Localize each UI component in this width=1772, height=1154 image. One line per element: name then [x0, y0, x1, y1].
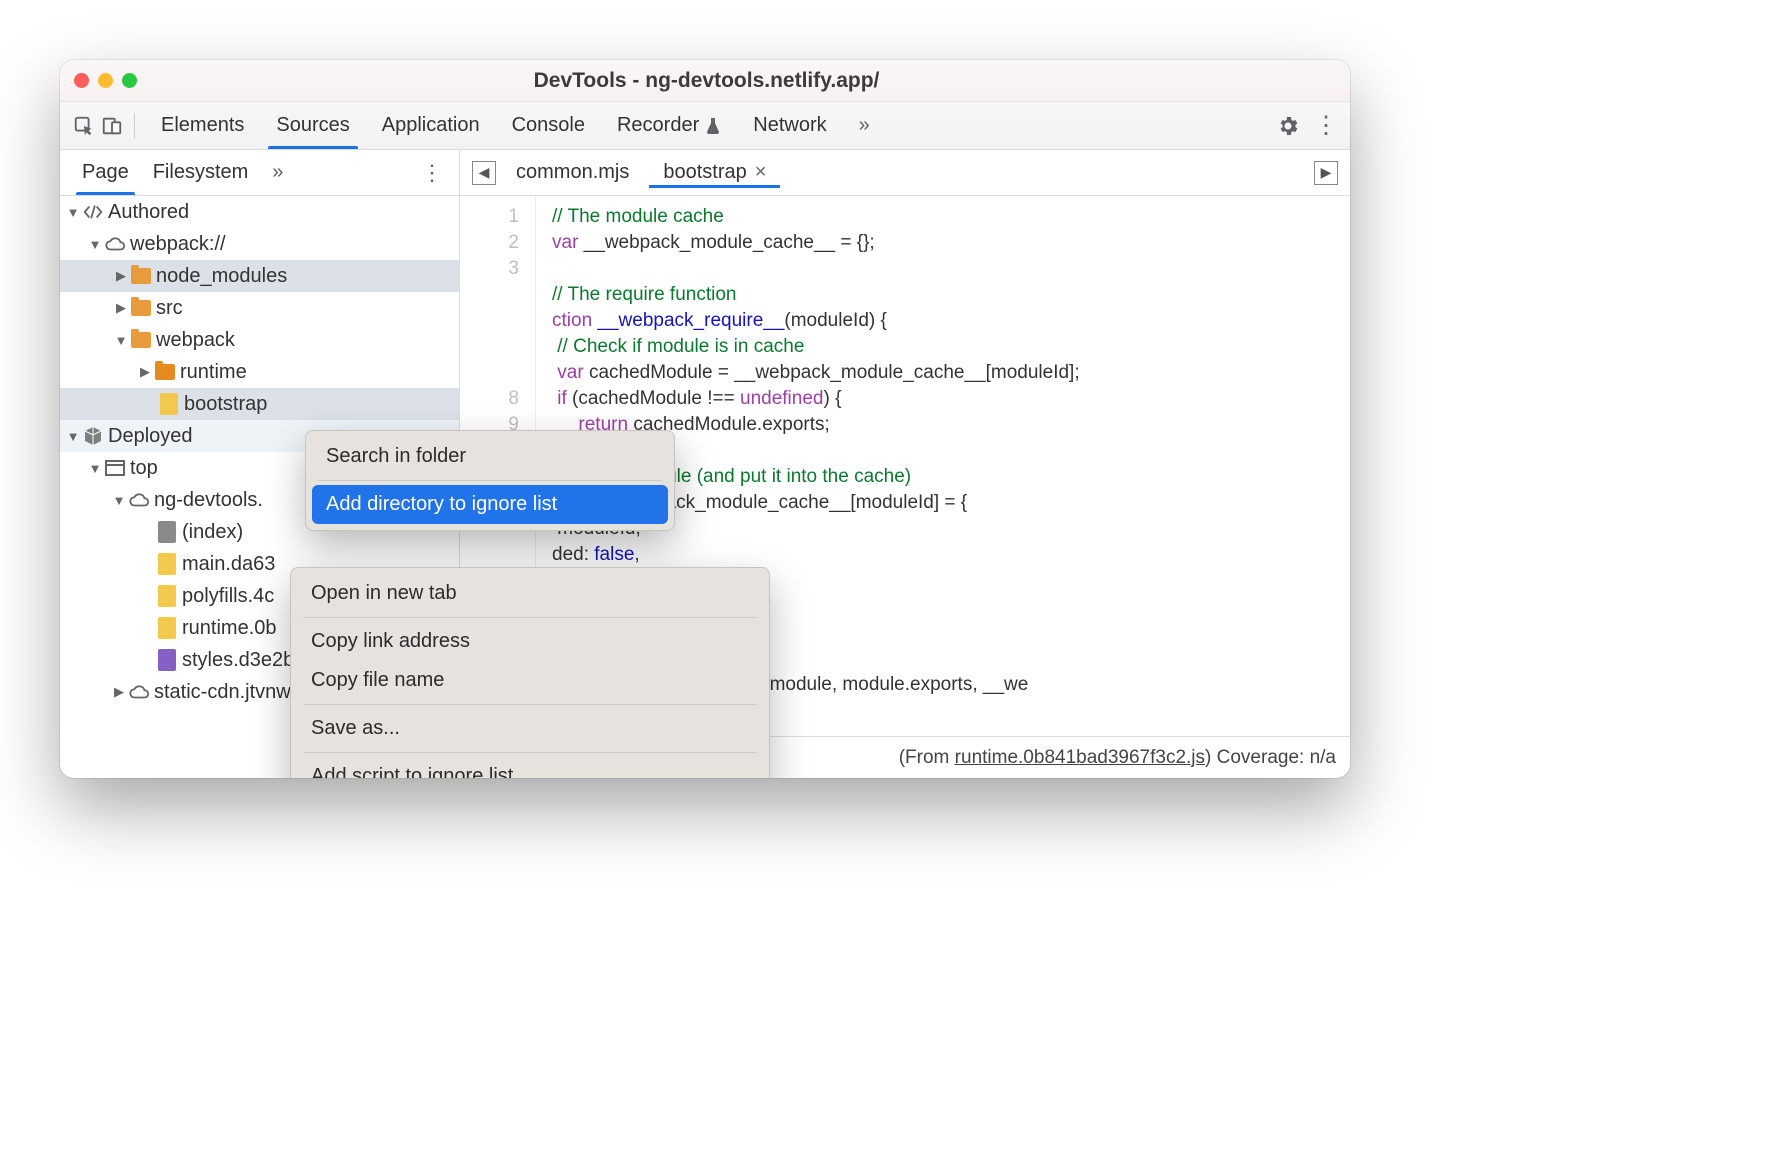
tab-sources[interactable]: Sources — [260, 102, 365, 149]
tab-elements[interactable]: Elements — [145, 102, 260, 149]
cloud-icon — [128, 489, 150, 511]
chevron-down-icon: ▼ — [66, 205, 80, 220]
page-file-icon — [156, 521, 178, 543]
menu-copy-file-name[interactable]: Copy file name — [297, 661, 763, 700]
frame-icon — [104, 457, 126, 479]
source-origin-link[interactable]: runtime.0b841bad3967f3c2.js — [955, 747, 1205, 768]
tree-label: runtime — [180, 361, 247, 384]
folder-context-menu: Search in folder Add directory to ignore… — [305, 430, 675, 531]
menu-add-script-ignore[interactable]: Add script to ignore list — [297, 757, 763, 778]
inspect-icon[interactable] — [72, 114, 96, 138]
nav-tab-filesystem[interactable]: Filesystem — [141, 150, 261, 195]
file-nav-next-icon[interactable]: ▶ — [1314, 161, 1338, 185]
file-context-menu: Open in new tab Copy link address Copy f… — [290, 567, 770, 778]
tabs-overflow[interactable]: » — [843, 102, 886, 149]
menu-copy-link[interactable]: Copy link address — [297, 622, 763, 661]
tree-webpack-scheme[interactable]: ▼ webpack:// — [60, 228, 459, 260]
tree-label: bootstrap — [184, 393, 267, 416]
tree-label: Deployed — [108, 425, 193, 448]
editor-tabs: ◀ common.mjs bootstrap × ▶ — [460, 150, 1350, 196]
tab-recorder[interactable]: Recorder — [601, 102, 737, 149]
menu-divider — [318, 480, 662, 481]
tree-src[interactable]: ▶ src — [60, 292, 459, 324]
source-origin: (From runtime.0b841bad3967f3c2.js) Cover… — [899, 747, 1336, 769]
close-tab-icon[interactable]: × — [755, 161, 767, 184]
menu-divider — [303, 752, 757, 753]
chevron-down-icon: ▼ — [66, 429, 80, 444]
tree-label: node_modules — [156, 265, 287, 288]
panel-tabs: Elements Sources Application Console Rec… — [145, 102, 1272, 149]
folder-icon — [130, 329, 152, 351]
nav-tabs-overflow[interactable]: » — [260, 150, 295, 195]
cloud-icon — [128, 681, 150, 703]
chevron-right-icon: ▶ — [114, 300, 128, 316]
menu-divider — [303, 617, 757, 618]
editor-tab-common[interactable]: common.mjs — [502, 157, 643, 188]
js-file-icon — [158, 393, 180, 415]
tree-label: main.da63 — [182, 553, 275, 576]
menu-add-directory-ignore[interactable]: Add directory to ignore list — [312, 485, 668, 524]
window-title: DevTools - ng-devtools.netlify.app/ — [77, 69, 1336, 93]
kebab-menu-icon[interactable]: ⋮ — [1314, 111, 1338, 140]
chevron-right-icon: ▶ — [114, 268, 128, 284]
chevron-right-icon: ▶ — [138, 364, 152, 380]
tree-authored[interactable]: ▼ Authored — [60, 196, 459, 228]
navigator-tabs: Page Filesystem » ⋮ — [60, 150, 459, 196]
js-file-icon — [156, 617, 178, 639]
tree-node-modules[interactable]: ▶ node_modules — [60, 260, 459, 292]
tab-console[interactable]: Console — [496, 102, 601, 149]
menu-divider — [303, 704, 757, 705]
tree-label: webpack:// — [130, 233, 226, 256]
tree-label: (index) — [182, 521, 243, 544]
folder-icon — [130, 297, 152, 319]
tree-label: top — [130, 457, 158, 480]
chevron-down-icon: ▼ — [114, 333, 128, 348]
tree-label: polyfills.4c — [182, 585, 274, 608]
flask-icon — [705, 117, 721, 135]
chevron-down-icon: ▼ — [112, 493, 126, 508]
folder-icon — [154, 361, 176, 383]
js-file-icon — [156, 585, 178, 607]
nav-tab-page[interactable]: Page — [70, 150, 141, 195]
divider — [134, 113, 135, 139]
tab-network[interactable]: Network — [737, 102, 842, 149]
device-toggle-icon[interactable] — [100, 114, 124, 138]
tree-label: src — [156, 297, 183, 320]
chevron-right-icon: ▶ — [112, 684, 126, 700]
deployed-icon — [82, 425, 104, 447]
tree-bootstrap-file[interactable]: bootstrap — [60, 388, 459, 420]
css-file-icon — [156, 649, 178, 671]
navigator-kebab-icon[interactable]: ⋮ — [415, 160, 449, 186]
tree-label: Authored — [108, 201, 189, 224]
code-icon — [82, 201, 104, 223]
menu-open-new-tab[interactable]: Open in new tab — [297, 574, 763, 613]
chevron-down-icon: ▼ — [88, 461, 102, 476]
tree-webpack-folder[interactable]: ▼ webpack — [60, 324, 459, 356]
tree-label: runtime.0b — [182, 617, 277, 640]
titlebar: DevTools - ng-devtools.netlify.app/ — [60, 60, 1350, 102]
js-file-icon — [156, 553, 178, 575]
tree-label: ng-devtools. — [154, 489, 263, 512]
tree-label: webpack — [156, 329, 235, 352]
menu-save-as[interactable]: Save as... — [297, 709, 763, 748]
editor-tab-bootstrap[interactable]: bootstrap × — [649, 157, 780, 188]
editor-tab-label: common.mjs — [516, 161, 629, 184]
devtools-window: DevTools - ng-devtools.netlify.app/ Elem… — [60, 60, 1350, 778]
file-nav-prev-icon[interactable]: ◀ — [472, 161, 496, 185]
folder-icon — [130, 265, 152, 287]
tab-recorder-label: Recorder — [617, 114, 699, 137]
cloud-icon — [104, 233, 126, 255]
devtools-toolbar: Elements Sources Application Console Rec… — [60, 102, 1350, 150]
tree-runtime-folder[interactable]: ▶ runtime — [60, 356, 459, 388]
tab-application[interactable]: Application — [366, 102, 496, 149]
settings-icon[interactable] — [1276, 114, 1300, 138]
chevron-down-icon: ▼ — [88, 237, 102, 252]
editor-tab-label: bootstrap — [663, 161, 746, 184]
menu-search-in-folder[interactable]: Search in folder — [312, 437, 668, 476]
